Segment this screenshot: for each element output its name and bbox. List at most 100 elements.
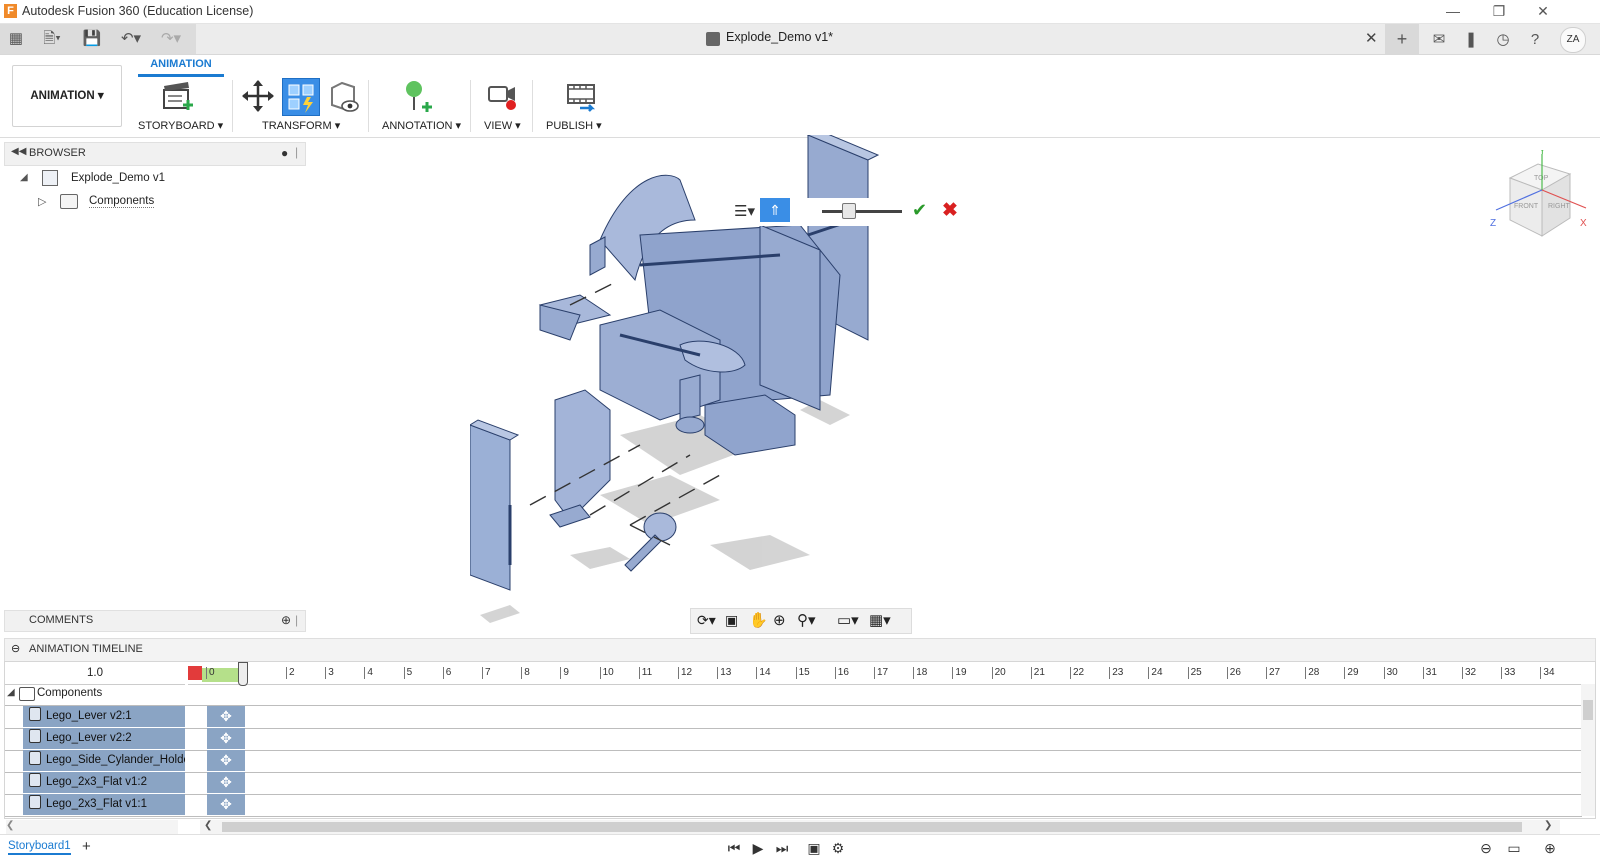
panel-pin-icon[interactable]: | <box>295 145 298 159</box>
scroll-thumb[interactable] <box>1583 700 1593 720</box>
extensions-icon[interactable]: ❚ <box>1460 29 1482 51</box>
undo-icon[interactable]: ↶▾ <box>116 30 146 48</box>
zoom-window-icon[interactable]: ⚲▾ <box>797 611 816 629</box>
annotation-group-label[interactable]: ANNOTATION ▾ <box>382 119 461 132</box>
ruler-tick-label: 33 <box>1501 667 1515 679</box>
storyboard-tab[interactable]: Storyboard1 <box>8 840 71 855</box>
job-status-icon[interactable]: ◷ <box>1492 29 1514 51</box>
orbit-icon[interactable]: ⟳▾ <box>697 612 716 629</box>
timeline-settings-icon[interactable]: ⚙ <box>828 839 848 857</box>
publish-video-icon[interactable] <box>564 78 600 114</box>
timeline-row-label[interactable]: Lego_2x3_Flat v1:2 <box>23 772 185 793</box>
ruler-tick-label: 10 <box>599 667 614 679</box>
timeline-row[interactable]: Lego_Lever v2:1 ✥ <box>5 706 1582 729</box>
move-action-icon[interactable]: ✥ <box>207 794 245 815</box>
move-action-icon[interactable]: ✥ <box>207 706 245 727</box>
transform-group-label[interactable]: TRANSFORM ▾ <box>262 119 340 132</box>
minimize-icon[interactable]: — <box>1438 2 1468 20</box>
grid-settings-icon[interactable]: ▦▾ <box>869 611 891 629</box>
storyboard-group-label[interactable]: STORYBOARD ▾ <box>138 119 223 132</box>
tab-animation[interactable]: ANIMATION <box>138 58 224 77</box>
zoom-fit-icon[interactable]: ▭ <box>1504 839 1524 857</box>
tree-horizontal-scrollbar[interactable]: ❮ <box>6 820 178 834</box>
close-window-icon[interactable]: ✕ <box>1528 2 1558 20</box>
comments-title: COMMENTS <box>29 614 94 626</box>
document-tab-title[interactable]: Explode_Demo v1* <box>726 30 833 44</box>
ribbon-divider <box>470 80 471 132</box>
explode-scope-icon[interactable]: ⇑ <box>760 198 790 222</box>
add-storyboard-button[interactable]: + <box>82 838 91 855</box>
timeline-row-label[interactable]: Lego_Side_Cylander_Holder v <box>23 750 185 771</box>
help-icon[interactable]: ? <box>1524 29 1546 51</box>
show-hide-icon[interactable] <box>324 78 360 114</box>
ruler-tick-label: 27 <box>1266 667 1280 679</box>
explode-scale-slider[interactable] <box>822 210 902 213</box>
redo-icon[interactable]: ↷▾ <box>156 30 186 48</box>
pan-hand-icon[interactable]: ✋ <box>749 611 768 629</box>
explode-slider-handle[interactable] <box>842 203 856 219</box>
user-avatar[interactable]: ZA <box>1560 27 1586 53</box>
file-menu-icon[interactable]: 🗎▾ <box>38 30 66 48</box>
new-tab-icon[interactable]: + <box>1385 24 1419 54</box>
timeline-row[interactable]: Lego_Side_Cylander_Holder v ✥ <box>5 750 1582 773</box>
workspace-switcher[interactable]: ANIMATION ▾ <box>12 65 122 127</box>
timeline-row-label[interactable]: Lego_2x3_Flat v1:1 <box>23 794 185 815</box>
timeline-header[interactable]: ⊖ ANIMATION TIMELINE <box>4 638 1596 662</box>
start-marker-icon[interactable] <box>188 666 202 680</box>
zoom-icon[interactable]: ⊕ <box>773 611 786 629</box>
timeline-row-label[interactable]: Lego_Lever v2:2 <box>23 728 185 749</box>
transform-components-icon[interactable] <box>240 78 276 114</box>
play-icon[interactable]: ▶ <box>748 839 768 857</box>
notifications-icon[interactable]: ✉ <box>1428 29 1450 51</box>
callout-icon[interactable] <box>400 78 436 114</box>
move-action-icon[interactable]: ✥ <box>207 728 245 749</box>
timeline-vertical-scrollbar[interactable] <box>1581 684 1595 816</box>
view-group-label[interactable]: VIEW ▾ <box>484 119 521 132</box>
timeline-group-row[interactable]: ◢ Components <box>5 684 1582 706</box>
publish-group-label[interactable]: PUBLISH ▾ <box>546 119 602 132</box>
scroll-thumb[interactable] <box>222 822 1522 832</box>
timeline-row-label[interactable]: Lego_Lever v2:1 <box>23 706 185 727</box>
scroll-right-icon[interactable]: ❯ <box>1544 820 1552 831</box>
scroll-left-icon[interactable]: ❮ <box>204 820 212 831</box>
ruler-tick-label: 28 <box>1305 667 1319 679</box>
zoom-out-icon[interactable]: ⊖ <box>1476 839 1496 857</box>
timeline-horizontal-scrollbar[interactable]: ❮ ❯ <box>200 820 1560 834</box>
cancel-x-icon[interactable]: ✖ <box>942 199 958 222</box>
timeline-row[interactable]: Lego_2x3_Flat v1:1 ✥ <box>5 794 1582 817</box>
comments-panel-header[interactable]: COMMENTS ⊕ | <box>4 610 306 632</box>
collapse-timeline-icon[interactable]: ⊖ <box>11 642 20 655</box>
timeline-ruler[interactable]: 0 2 3 4 5 6 7 8 9 10 11 12 13 14 15 16 17 18 19 20 21 22 23 24 2… <box>188 662 1595 686</box>
display-settings-icon[interactable]: ▭▾ <box>837 611 859 629</box>
zoom-in-icon[interactable]: ⊕ <box>1540 839 1560 857</box>
minimize-panel-icon[interactable]: ● <box>281 146 288 160</box>
collapse-panel-icon[interactable]: ◀◀ <box>11 146 26 157</box>
save-icon[interactable]: 💾 <box>82 30 102 48</box>
expanded-triangle-icon[interactable]: ◢ <box>20 172 28 183</box>
confirm-check-icon[interactable]: ✔ <box>912 200 927 221</box>
app-grid-icon[interactable]: ▦ <box>6 30 26 48</box>
timeline-row[interactable]: Lego_Lever v2:2 ✥ <box>5 728 1582 751</box>
browser-root-label: Explode_Demo v1 <box>71 172 165 184</box>
new-storyboard-icon[interactable] <box>160 78 196 114</box>
fit-timeline-icon[interactable]: ▣ <box>804 839 824 857</box>
explode-slider-toolbar: ☰▾ ⇑ ✔ ✖ <box>730 198 986 226</box>
view-cube[interactable]: TOP FRONT RIGHT Y X Z <box>1490 150 1590 250</box>
go-to-end-icon[interactable]: ⏭ <box>772 839 792 857</box>
timeline-row[interactable]: Lego_2x3_Flat v1:2 ✥ <box>5 772 1582 795</box>
add-comment-icon[interactable]: ⊕ <box>281 613 291 627</box>
move-action-icon[interactable]: ✥ <box>207 750 245 771</box>
go-to-start-icon[interactable]: ⏮ <box>724 839 744 857</box>
record-view-icon[interactable] <box>484 78 520 114</box>
close-tab-icon[interactable]: ✕ <box>1365 29 1378 47</box>
look-at-icon[interactable]: ▣ <box>725 612 738 629</box>
move-action-icon[interactable]: ✥ <box>207 772 245 793</box>
restore-icon[interactable]: ❐ <box>1484 2 1514 20</box>
auto-explode-icon[interactable] <box>282 78 320 116</box>
explode-level-menu-icon[interactable]: ☰▾ <box>734 202 755 220</box>
collapsed-triangle-icon[interactable]: ▷ <box>38 195 46 208</box>
playback-speed[interactable]: 1.0 <box>5 662 185 685</box>
browser-panel-header[interactable]: ◀◀ BROWSER ● | <box>4 142 306 166</box>
panel-pin-icon[interactable]: | <box>295 613 298 627</box>
expanded-triangle-icon[interactable]: ◢ <box>7 687 15 698</box>
